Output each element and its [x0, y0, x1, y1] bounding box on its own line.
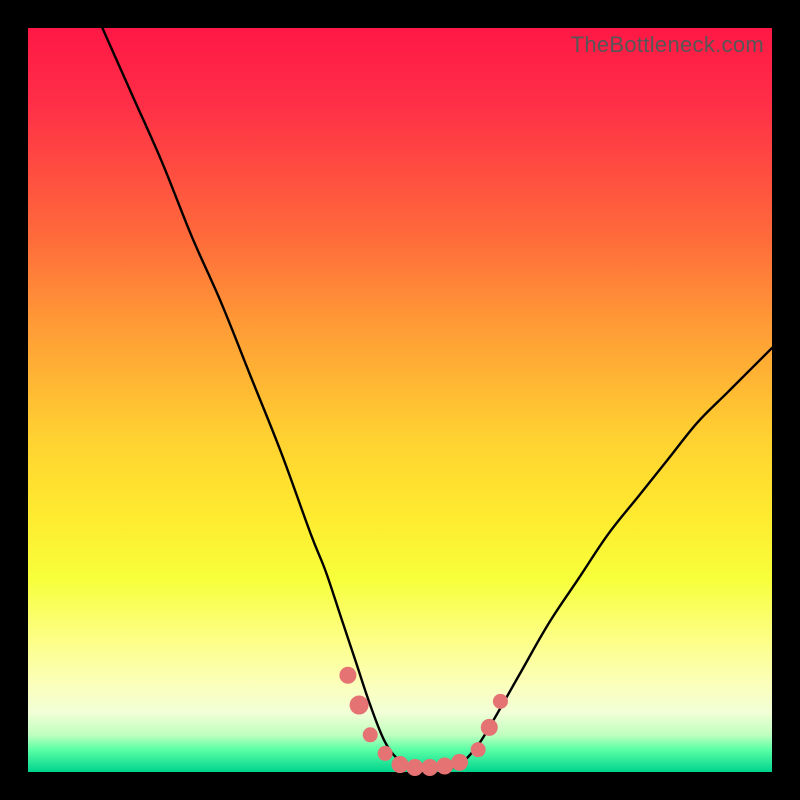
- highlight-dot: [437, 758, 453, 774]
- chart-svg: [28, 28, 772, 772]
- highlight-dot: [481, 719, 497, 735]
- highlight-dots: [340, 667, 508, 775]
- highlight-dot: [340, 667, 356, 683]
- highlight-dot: [452, 754, 468, 770]
- plot-area: TheBottleneck.com: [28, 28, 772, 772]
- highlight-dot: [493, 694, 507, 708]
- highlight-dot: [350, 696, 368, 714]
- highlight-dot: [422, 760, 438, 776]
- bottleneck-curve: [102, 28, 772, 769]
- curve-path: [102, 28, 772, 769]
- highlight-dot: [471, 743, 485, 757]
- highlight-dot: [363, 728, 377, 742]
- highlight-dot: [392, 757, 408, 773]
- highlight-dot: [407, 760, 423, 776]
- highlight-dot: [378, 746, 392, 760]
